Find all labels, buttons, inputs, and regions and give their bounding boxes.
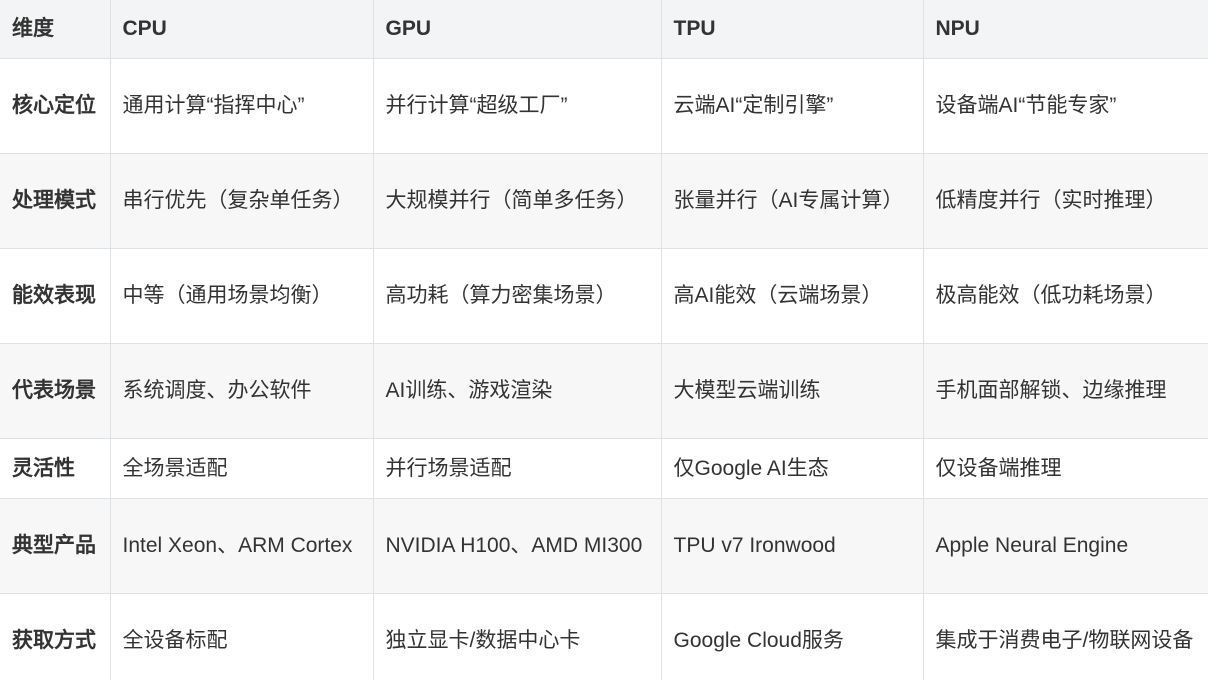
table-cell: Google Cloud服务 — [660, 593, 924, 680]
table-row: 获取方式 全设备标配 独立显卡/数据中心卡 Google Cloud服务 集成于… — [0, 593, 1208, 680]
table-cell: Apple Neural Engine — [922, 498, 1208, 594]
table-cell: 并行计算“超级工厂” — [372, 58, 662, 154]
table-cell: 极高能效（低功耗场景） — [922, 248, 1208, 344]
table-cell: 通用计算“指挥中心” — [109, 58, 374, 154]
header-cell-npu: NPU — [922, 0, 1208, 59]
header-cell-dimension: 维度 — [0, 0, 111, 59]
header-row: 维度 CPU GPU TPU NPU — [0, 0, 1208, 59]
table-cell: 中等（通用场景均衡） — [109, 248, 374, 344]
table-cell: 仅Google AI生态 — [660, 438, 924, 499]
table-header: 维度 CPU GPU TPU NPU — [0, 0, 1208, 59]
table-row: 核心定位 通用计算“指挥中心” 并行计算“超级工厂” 云端AI“定制引擎” 设备… — [0, 58, 1208, 154]
table-cell: 全场景适配 — [109, 438, 374, 499]
table-cell: 高功耗（算力密集场景） — [372, 248, 662, 344]
table-cell: 低精度并行（实时推理） — [922, 153, 1208, 249]
row-label: 典型产品 — [0, 498, 111, 594]
table-cell: 集成于消费电子/物联网设备 — [922, 593, 1208, 680]
row-label: 能效表现 — [0, 248, 111, 344]
table-cell: AI训练、游戏渲染 — [372, 343, 662, 439]
table-row: 能效表现 中等（通用场景均衡） 高功耗（算力密集场景） 高AI能效（云端场景） … — [0, 248, 1208, 344]
table-cell: 高AI能效（云端场景） — [660, 248, 924, 344]
table-row: 灵活性 全场景适配 并行场景适配 仅Google AI生态 仅设备端推理 — [0, 438, 1208, 499]
table-cell: TPU v7 Ironwood — [660, 498, 924, 594]
comparison-table: 维度 CPU GPU TPU NPU 核心定位 通用计算“指挥中心” 并行计算“… — [0, 0, 1208, 680]
table-cell: 串行优先（复杂单任务） — [109, 153, 374, 249]
header-cell-gpu: GPU — [372, 0, 662, 59]
table-cell: 系统调度、办公软件 — [109, 343, 374, 439]
header-cell-tpu: TPU — [660, 0, 924, 59]
table-cell: NVIDIA H100、AMD MI300 — [372, 498, 662, 594]
table-cell: 全设备标配 — [109, 593, 374, 680]
table-cell: Intel Xeon、ARM Cortex — [109, 498, 374, 594]
table-cell: 并行场景适配 — [372, 438, 662, 499]
table-row: 处理模式 串行优先（复杂单任务） 大规模并行（简单多任务） 张量并行（AI专属计… — [0, 153, 1208, 249]
table-row: 典型产品 Intel Xeon、ARM Cortex NVIDIA H100、A… — [0, 498, 1208, 594]
row-label: 核心定位 — [0, 58, 111, 154]
table-cell: 设备端AI“节能专家” — [922, 58, 1208, 154]
table-cell: 大规模并行（简单多任务） — [372, 153, 662, 249]
header-cell-cpu: CPU — [109, 0, 374, 59]
table-cell: 仅设备端推理 — [922, 438, 1208, 499]
row-label: 代表场景 — [0, 343, 111, 439]
row-label: 灵活性 — [0, 438, 111, 499]
table-cell: 大模型云端训练 — [660, 343, 924, 439]
table-cell: 手机面部解锁、边缘推理 — [922, 343, 1208, 439]
table-cell: 张量并行（AI专属计算） — [660, 153, 924, 249]
row-label: 处理模式 — [0, 153, 111, 249]
table-row: 代表场景 系统调度、办公软件 AI训练、游戏渲染 大模型云端训练 手机面部解锁、… — [0, 343, 1208, 439]
table-body: 核心定位 通用计算“指挥中心” 并行计算“超级工厂” 云端AI“定制引擎” 设备… — [0, 58, 1208, 680]
row-label: 获取方式 — [0, 593, 111, 680]
table-cell: 云端AI“定制引擎” — [660, 58, 924, 154]
table-cell: 独立显卡/数据中心卡 — [372, 593, 662, 680]
